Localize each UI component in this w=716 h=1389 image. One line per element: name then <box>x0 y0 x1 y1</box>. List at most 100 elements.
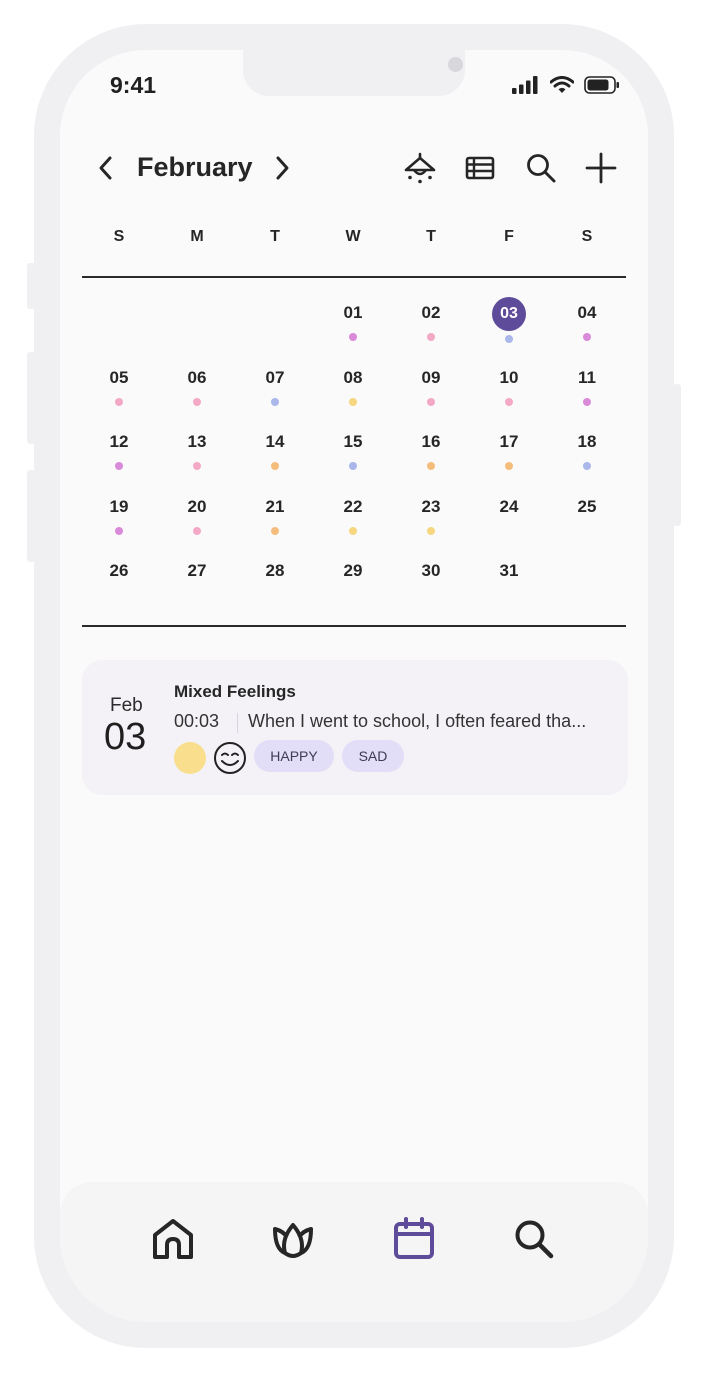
weekday-label: F <box>504 228 514 245</box>
lotus-icon <box>273 1223 313 1258</box>
calendar-day[interactable]: 09 <box>392 355 470 420</box>
lamp-icon <box>404 152 436 184</box>
calendar-day[interactable]: 25 <box>548 484 626 549</box>
calendar-day[interactable]: 27 <box>158 548 236 613</box>
weekday-label: M <box>190 228 204 245</box>
calendar-day[interactable]: 31 <box>470 548 548 613</box>
calendar-day[interactable]: 29 <box>314 548 392 613</box>
calendar-day[interactable]: 28 <box>236 548 314 613</box>
side-button-volume-up <box>27 352 35 444</box>
mood-dot <box>349 526 357 535</box>
entry-time: 00:03 <box>174 711 220 731</box>
calendar-icon <box>394 1217 434 1259</box>
day-number: 06 <box>187 367 207 387</box>
calendar-day[interactable]: 06 <box>158 355 236 420</box>
app-screen: 9:41 February S M T W T F S 01 02 03 04 … <box>60 50 648 1322</box>
list-view-icon <box>465 156 495 180</box>
search-button[interactable] <box>521 146 561 190</box>
calendar-day[interactable]: 07 <box>236 355 314 420</box>
calendar-day[interactable]: 22 <box>314 484 392 549</box>
day-number: 19 <box>109 496 129 516</box>
mood-dot <box>583 462 591 470</box>
calendar-day[interactable]: 30 <box>392 548 470 613</box>
day-number: 08 <box>343 367 363 387</box>
mood-dot <box>271 462 279 470</box>
calendar-day[interactable]: 19 <box>80 484 158 549</box>
tag-happy[interactable]: HAPPY <box>254 740 334 772</box>
add-entry-button[interactable] <box>581 146 621 190</box>
calendar-header: February <box>60 146 648 194</box>
list-view-button[interactable] <box>460 146 500 190</box>
tag-sad[interactable]: SAD <box>342 740 404 772</box>
day-number: 31 <box>499 561 519 580</box>
day-number: 04 <box>577 303 597 322</box>
day-number: 02 <box>421 303 441 322</box>
calendar-grid: 01 02 03 04 05 06 07 08 09 10 11 12 13 14 15 16 17 18 19 20… <box>80 290 626 613</box>
chevron-left-icon <box>99 156 112 180</box>
tab-calendar[interactable] <box>391 1216 437 1262</box>
day-number: 13 <box>187 432 207 451</box>
calendar-day[interactable]: 17 <box>470 419 548 484</box>
calendar-day[interactable]: 26 <box>80 548 158 613</box>
day-number: 10 <box>499 367 519 387</box>
calendar-day[interactable]: 24 <box>470 484 548 549</box>
calendar-day[interactable]: 15 <box>314 419 392 484</box>
calendar-day[interactable]: 10 <box>470 355 548 420</box>
calendar-day[interactable]: 01 <box>314 290 392 355</box>
day-number: 05 <box>109 367 129 387</box>
next-month-button[interactable] <box>262 146 302 190</box>
mood-dot <box>349 462 357 470</box>
mood-dot <box>115 462 123 470</box>
mood-dot <box>115 397 123 406</box>
prev-month-button[interactable] <box>86 146 126 190</box>
entry-month: Feb <box>110 695 143 716</box>
calendar-empty-cell <box>158 290 236 355</box>
tab-mood[interactable] <box>270 1216 316 1262</box>
diary-entry-card[interactable]: Feb 03 Mixed Feelings 00:03 When I went … <box>82 660 628 795</box>
calendar-day[interactable]: 02 <box>392 290 470 355</box>
calendar-day[interactable]: 16 <box>392 419 470 484</box>
day-number: 23 <box>421 496 441 516</box>
calendar-day[interactable]: 20 <box>158 484 236 549</box>
home-icon <box>153 1219 193 1259</box>
calendar-day[interactable]: 04 <box>548 290 626 355</box>
calendar-day[interactable]: 12 <box>80 419 158 484</box>
weekday-label: S <box>581 228 593 245</box>
lamp-button[interactable] <box>400 146 440 190</box>
entry-separator <box>237 713 238 733</box>
day-number: 17 <box>499 432 519 451</box>
mood-dot <box>193 397 201 406</box>
notch <box>243 50 465 96</box>
calendar-day[interactable]: 21 <box>236 484 314 549</box>
signal-icon <box>512 76 538 94</box>
day-number: 25 <box>577 496 597 516</box>
camera <box>448 57 463 72</box>
calendar-day[interactable]: 23 <box>392 484 470 549</box>
mood-dot <box>271 526 279 535</box>
calendar-day[interactable]: 13 <box>158 419 236 484</box>
tab-home[interactable] <box>150 1216 196 1262</box>
weekday-label: S <box>113 228 125 245</box>
calendar-day[interactable]: 08 <box>314 355 392 420</box>
day-number: 11 <box>578 367 596 387</box>
mood-dot <box>583 333 591 341</box>
day-number: 09 <box>421 367 441 387</box>
calendar-day[interactable]: 18 <box>548 419 626 484</box>
day-number: 24 <box>499 496 519 516</box>
tab-search[interactable] <box>511 1216 557 1262</box>
day-number: 18 <box>577 432 597 451</box>
calendar-day[interactable]: 11 <box>548 355 626 420</box>
weekday-label: W <box>345 228 361 245</box>
calendar-day[interactable]: 14 <box>236 419 314 484</box>
calendar-day[interactable]: 03 <box>470 290 548 355</box>
mood-dot <box>427 397 435 406</box>
tab-bar <box>60 1182 648 1322</box>
mood-dot <box>583 397 591 406</box>
calendar-day[interactable]: 05 <box>80 355 158 420</box>
day-number: 16 <box>421 432 441 451</box>
calendar-empty-cell <box>236 290 314 355</box>
day-number: 22 <box>343 496 363 516</box>
day-number: 14 <box>265 432 285 451</box>
mood-dot <box>505 462 513 470</box>
day-number: 03 <box>492 297 526 331</box>
